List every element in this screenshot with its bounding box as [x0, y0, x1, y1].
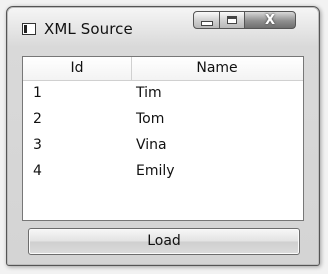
table-row[interactable]: 3 Vina: [23, 133, 303, 159]
cell-id: 3: [33, 137, 42, 153]
load-button[interactable]: Load: [28, 228, 300, 255]
title-bar[interactable]: XML Source X: [7, 7, 319, 47]
cell-id: 1: [33, 85, 42, 101]
cell-name: Vina: [136, 137, 167, 153]
table-row[interactable]: 4 Emily: [23, 159, 303, 185]
cell-id: 2: [33, 111, 42, 127]
window-controls: X: [193, 11, 313, 31]
column-header-name[interactable]: Name: [131, 57, 302, 80]
table-row[interactable]: 1 Tim: [23, 81, 303, 107]
grid-header: Id Name: [23, 57, 303, 81]
cell-id: 4: [33, 163, 42, 179]
minimize-icon: [200, 20, 213, 26]
maximize-button[interactable]: [219, 11, 245, 29]
close-button[interactable]: X: [244, 11, 296, 29]
table-row[interactable]: 2 Tom: [23, 107, 303, 133]
minimize-button[interactable]: [193, 11, 220, 29]
column-header-id[interactable]: Id: [23, 57, 131, 80]
data-grid[interactable]: Id Name 1 Tim 2 Tom 3 Vina 4 Emily: [22, 56, 304, 221]
cell-name: Emily: [136, 163, 175, 179]
app-icon: [22, 23, 36, 35]
cell-name: Tim: [136, 85, 162, 101]
cell-name: Tom: [136, 111, 165, 127]
maximize-icon: [227, 16, 237, 24]
app-window: XML Source X Id Name 1 Tim 2 Tom 3 Vina …: [6, 6, 320, 266]
window-title: XML Source: [44, 20, 133, 38]
close-icon: X: [264, 12, 276, 28]
